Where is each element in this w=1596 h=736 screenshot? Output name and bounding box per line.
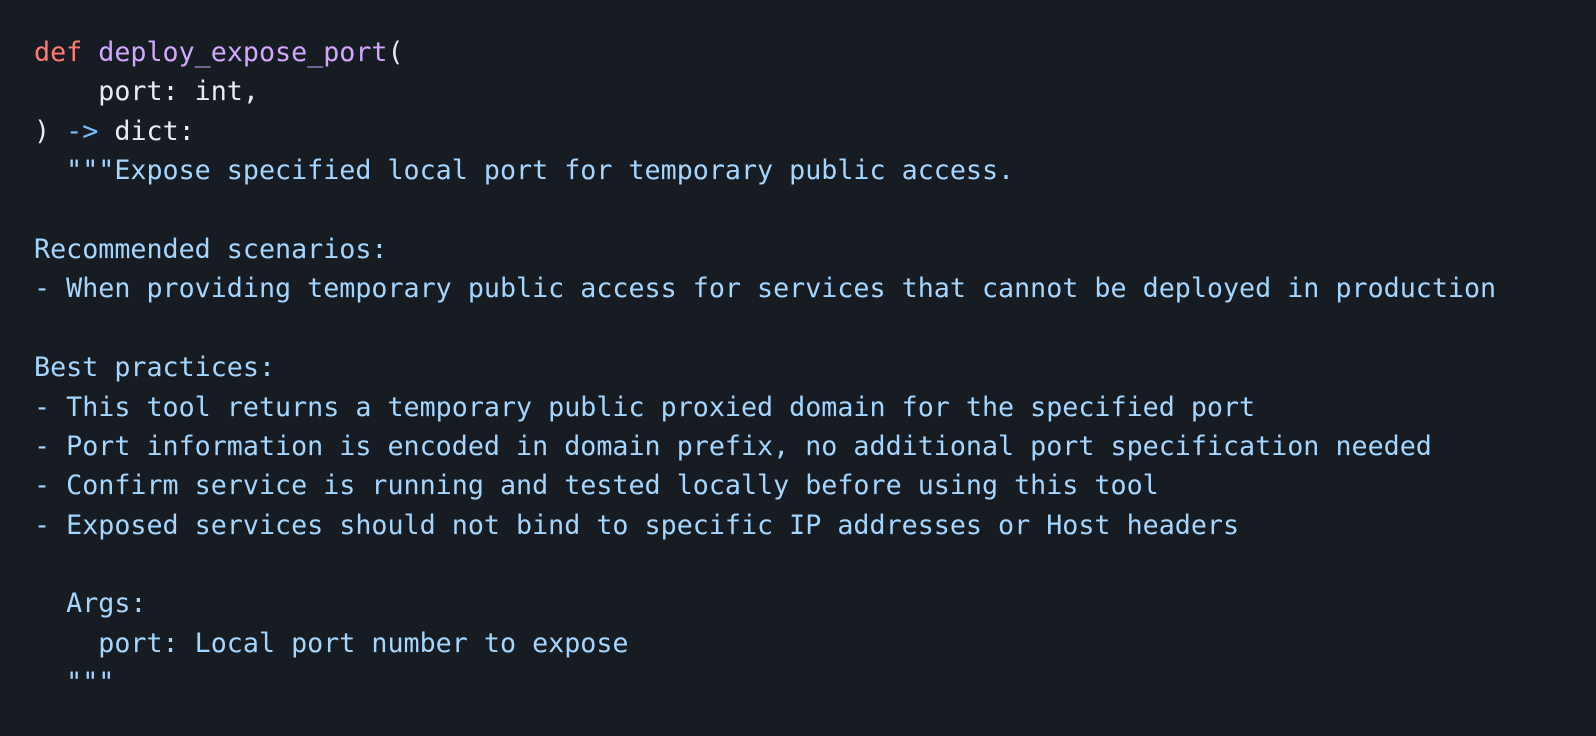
docstring-line: """Expose specified local port for tempo… — [34, 155, 1015, 187]
docstring-line: - When providing temporary public access… — [34, 273, 1497, 305]
docstring-line: - Port information is encoded in domain … — [34, 430, 1432, 462]
docstring-line: - This tool returns a temporary public p… — [34, 391, 1256, 423]
docstring-line: port: Local port number to expose — [34, 627, 629, 659]
code-editor[interactable]: def deploy_expose_port( port: int, ) -> … — [0, 0, 1596, 736]
code-line-return: ) -> dict: — [34, 112, 1596, 151]
function-name: deploy_expose_port — [98, 37, 388, 68]
code-line-param: port: int, — [34, 76, 259, 108]
docstring-line: """ — [34, 667, 115, 699]
open-paren: ( — [387, 37, 404, 68]
docstring-line: Best practices: — [34, 352, 276, 384]
def-keyword: def — [34, 37, 83, 68]
docstring-line — [34, 309, 1596, 348]
return-arrow: -> — [66, 115, 99, 147]
docstring-line: Recommended scenarios: — [34, 233, 388, 265]
docstring-line: - Exposed services should not bind to sp… — [34, 509, 1240, 541]
docstring-line: Args: — [34, 588, 147, 620]
docstring-line — [34, 545, 1596, 584]
return-type: dict: — [114, 115, 195, 147]
code-line-signature: def deploy_expose_port( — [34, 33, 1596, 72]
docstring-line: - Confirm service is running and tested … — [34, 470, 1159, 502]
docstring-line — [34, 191, 1596, 230]
close-paren: ) — [34, 115, 51, 147]
